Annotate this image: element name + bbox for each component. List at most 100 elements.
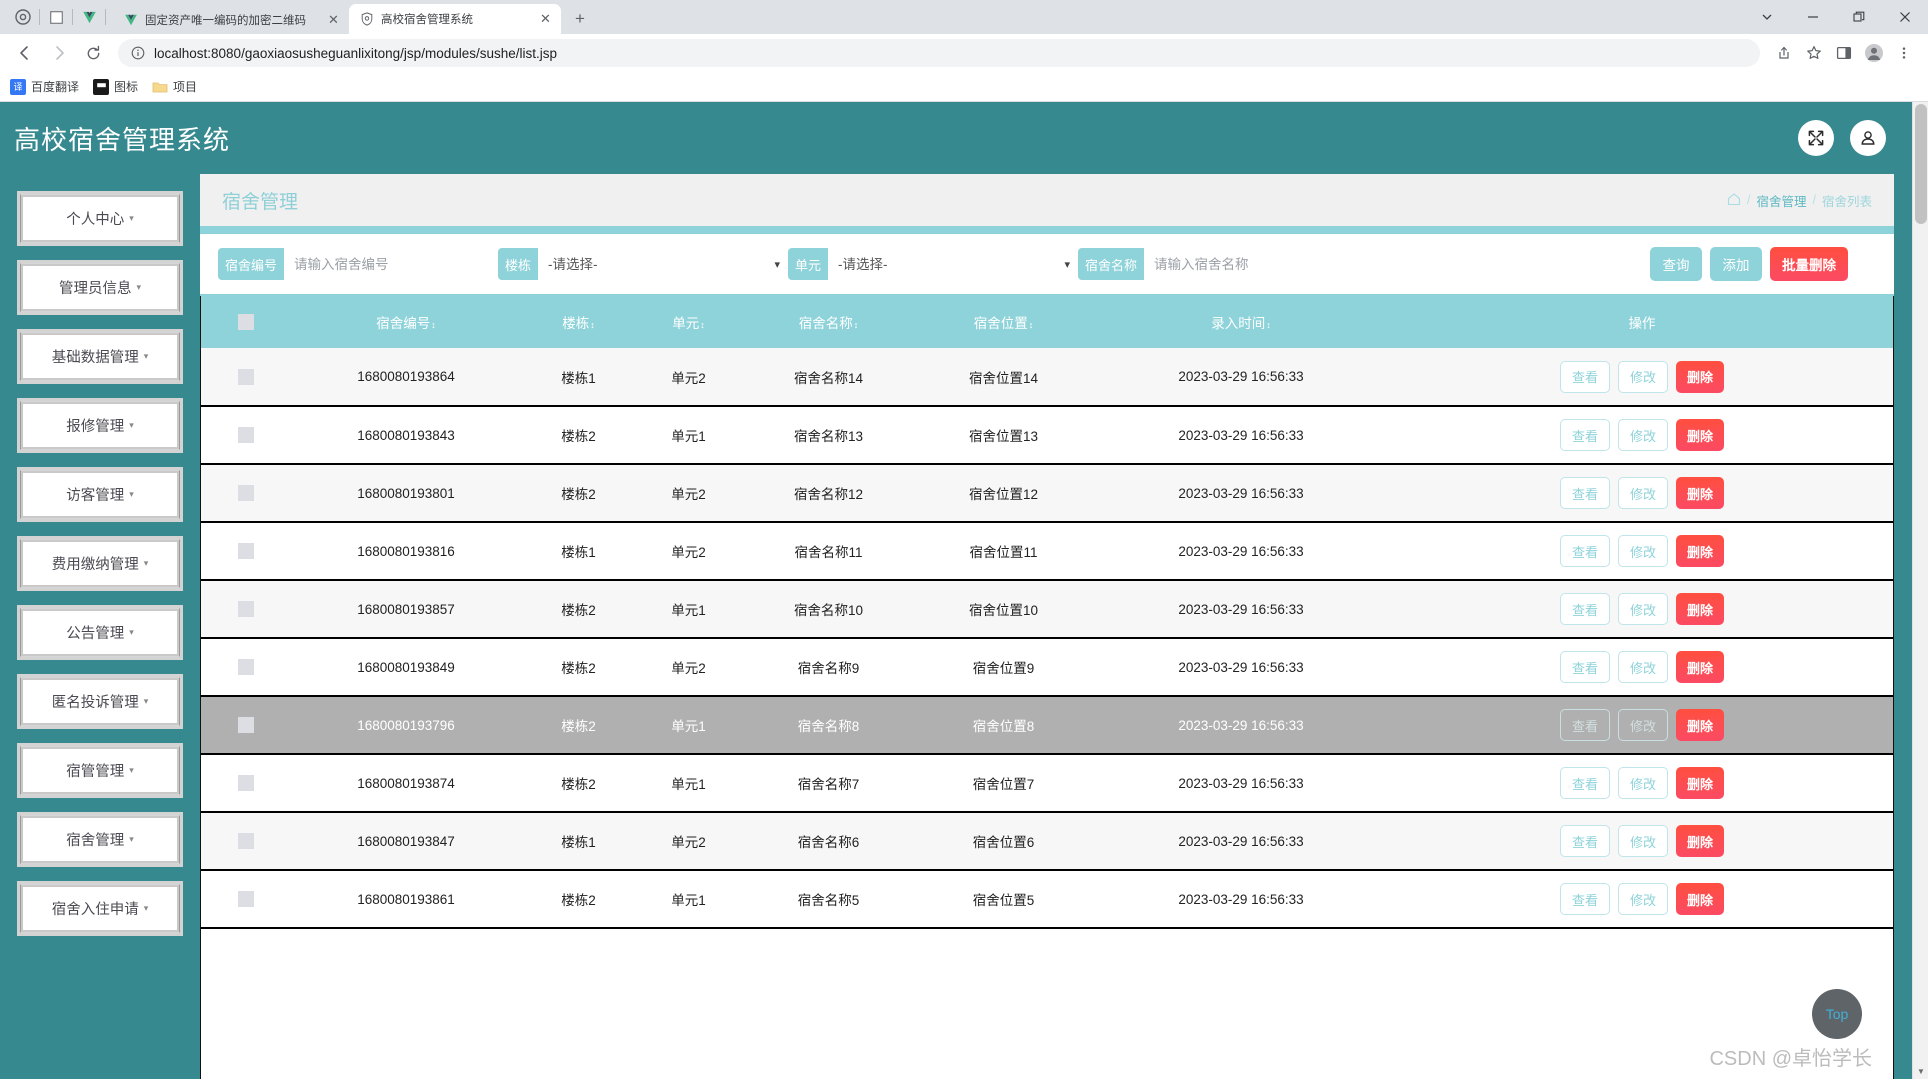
sidebar-item-dorm-manager[interactable]: 宿管管理 ▾ xyxy=(20,746,180,795)
row-checkbox[interactable] xyxy=(238,543,254,559)
maximize-button[interactable] xyxy=(1836,0,1882,34)
share-icon[interactable] xyxy=(1770,39,1798,67)
scrollbar-thumb[interactable] xyxy=(1915,104,1927,224)
col-location[interactable]: 宿舍位置↕ xyxy=(916,296,1091,348)
select-all-header[interactable] xyxy=(201,296,291,348)
delete-button[interactable]: 删除 xyxy=(1676,883,1724,915)
browser-tab-1[interactable]: 固定资产唯一编码的加密二维码 ✕ xyxy=(113,6,349,34)
vue-icon[interactable] xyxy=(76,0,102,34)
view-button[interactable]: 查看 xyxy=(1560,593,1610,625)
row-checkbox-cell[interactable] xyxy=(201,754,291,812)
row-checkbox[interactable] xyxy=(238,717,254,733)
edit-button[interactable]: 修改 xyxy=(1618,477,1668,509)
sidebar-item-base-data[interactable]: 基础数据管理 ▾ xyxy=(20,332,180,381)
row-checkbox[interactable] xyxy=(238,601,254,617)
row-checkbox-cell[interactable] xyxy=(201,580,291,638)
sidepanel-icon[interactable] xyxy=(1830,39,1858,67)
edit-button[interactable]: 修改 xyxy=(1618,767,1668,799)
col-building[interactable]: 楼栋↕ xyxy=(521,296,636,348)
reload-button[interactable] xyxy=(78,38,108,68)
table-row[interactable]: 1680080193816楼栋1单元2宿舍名称11宿舍位置112023-03-2… xyxy=(201,522,1893,580)
row-checkbox-cell[interactable] xyxy=(201,522,291,580)
delete-button[interactable]: 删除 xyxy=(1676,593,1724,625)
table-row[interactable]: 1680080193857楼栋2单元1宿舍名称10宿舍位置102023-03-2… xyxy=(201,580,1893,638)
name-search-input[interactable] xyxy=(1144,248,1364,280)
table-row[interactable]: 1680080193801楼栋2单元2宿舍名称12宿舍位置122023-03-2… xyxy=(201,464,1893,522)
col-unit[interactable]: 单元↕ xyxy=(636,296,741,348)
star-icon[interactable] xyxy=(1800,39,1828,67)
site-info-icon[interactable] xyxy=(130,46,145,61)
edit-button[interactable]: 修改 xyxy=(1618,709,1668,741)
edit-button[interactable]: 修改 xyxy=(1618,535,1668,567)
row-checkbox[interactable] xyxy=(238,369,254,385)
delete-button[interactable]: 删除 xyxy=(1676,709,1724,741)
scroll-to-top-button[interactable]: Top xyxy=(1812,989,1862,1039)
query-button[interactable]: 查询 xyxy=(1650,247,1702,281)
view-button[interactable]: 查看 xyxy=(1560,651,1610,683)
close-window-button[interactable] xyxy=(1882,0,1928,34)
table-row[interactable]: 1680080193847楼栋1单元2宿舍名称6宿舍位置62023-03-29 … xyxy=(201,812,1893,870)
user-button[interactable] xyxy=(1850,120,1886,156)
select-all-checkbox[interactable] xyxy=(238,314,254,330)
blank-tab-icon[interactable] xyxy=(43,0,69,34)
edit-button[interactable]: 修改 xyxy=(1618,651,1668,683)
building-select[interactable]: -请选择- xyxy=(538,248,788,280)
batch-delete-button[interactable]: 批量删除 xyxy=(1770,247,1848,281)
row-checkbox[interactable] xyxy=(238,891,254,907)
bookmark-item-0[interactable]: 译 百度翻译 xyxy=(10,78,79,95)
sidebar-item-personal-center[interactable]: 个人中心 ▾ xyxy=(20,194,180,243)
row-checkbox-cell[interactable] xyxy=(201,406,291,464)
delete-button[interactable]: 删除 xyxy=(1676,477,1724,509)
table-row[interactable]: 1680080193849楼栋2单元2宿舍名称9宿舍位置92023-03-29 … xyxy=(201,638,1893,696)
bookmark-item-1[interactable]: 图标 xyxy=(93,78,138,95)
delete-button[interactable]: 删除 xyxy=(1676,535,1724,567)
row-checkbox-cell[interactable] xyxy=(201,638,291,696)
sidebar-item-visitor[interactable]: 访客管理 ▾ xyxy=(20,470,180,519)
delete-button[interactable]: 删除 xyxy=(1676,767,1724,799)
view-button[interactable]: 查看 xyxy=(1560,535,1610,567)
bookmark-item-2[interactable]: 项目 xyxy=(152,78,197,95)
breadcrumb-parent[interactable]: 宿舍管理 xyxy=(1756,191,1806,210)
scroll-down-arrow[interactable]: ▼ xyxy=(1913,1063,1928,1079)
browser-tab-2[interactable]: 高校宿舍管理系统 ✕ xyxy=(349,4,561,34)
close-icon[interactable]: ✕ xyxy=(326,13,341,28)
row-checkbox[interactable] xyxy=(238,427,254,443)
edit-button[interactable]: 修改 xyxy=(1618,825,1668,857)
row-checkbox[interactable] xyxy=(238,659,254,675)
row-checkbox-cell[interactable] xyxy=(201,696,291,754)
edit-button[interactable]: 修改 xyxy=(1618,883,1668,915)
page-scrollbar[interactable]: ▲ ▼ xyxy=(1912,102,1928,1079)
menu-icon[interactable] xyxy=(1890,39,1918,67)
view-button[interactable]: 查看 xyxy=(1560,883,1610,915)
fullscreen-button[interactable] xyxy=(1798,120,1834,156)
new-tab-button[interactable]: + xyxy=(567,6,593,32)
back-button[interactable] xyxy=(10,38,40,68)
view-button[interactable]: 查看 xyxy=(1560,419,1610,451)
sidebar-item-admin-info[interactable]: 管理员信息 ▾ xyxy=(20,263,180,312)
view-button[interactable]: 查看 xyxy=(1560,709,1610,741)
table-row[interactable]: 1680080193796楼栋2单元1宿舍名称8宿舍位置82023-03-29 … xyxy=(201,696,1893,754)
row-checkbox-cell[interactable] xyxy=(201,464,291,522)
close-icon[interactable]: ✕ xyxy=(538,12,553,27)
row-checkbox[interactable] xyxy=(238,775,254,791)
sidebar-item-repair[interactable]: 报修管理 ▾ xyxy=(20,401,180,450)
unit-select[interactable]: -请选择- xyxy=(828,248,1078,280)
delete-button[interactable]: 删除 xyxy=(1676,361,1724,393)
view-button[interactable]: 查看 xyxy=(1560,361,1610,393)
sidebar-item-anonymous-complaint[interactable]: 匿名投诉管理 ▾ xyxy=(20,677,180,726)
delete-button[interactable]: 删除 xyxy=(1676,825,1724,857)
minimize-button[interactable] xyxy=(1790,0,1836,34)
col-created[interactable]: 录入时间↕ xyxy=(1091,296,1391,348)
table-row[interactable]: 1680080193861楼栋2单元1宿舍名称5宿舍位置52023-03-29 … xyxy=(201,870,1893,928)
row-checkbox-cell[interactable] xyxy=(201,870,291,928)
row-checkbox[interactable] xyxy=(238,833,254,849)
sidebar-item-dorm-management[interactable]: 宿舍管理 ▾ xyxy=(20,815,180,864)
sidebar-item-fee-payment[interactable]: 费用缴纳管理 ▾ xyxy=(20,539,180,588)
search-input[interactable] xyxy=(284,248,494,280)
chevron-down-icon[interactable] xyxy=(1744,0,1790,34)
table-row[interactable]: 1680080193874楼栋2单元1宿舍名称7宿舍位置72023-03-29 … xyxy=(201,754,1893,812)
table-row[interactable]: 1680080193843楼栋2单元1宿舍名称13宿舍位置132023-03-2… xyxy=(201,406,1893,464)
profile-icon[interactable] xyxy=(1860,39,1888,67)
forward-button[interactable] xyxy=(44,38,74,68)
view-button[interactable]: 查看 xyxy=(1560,477,1610,509)
